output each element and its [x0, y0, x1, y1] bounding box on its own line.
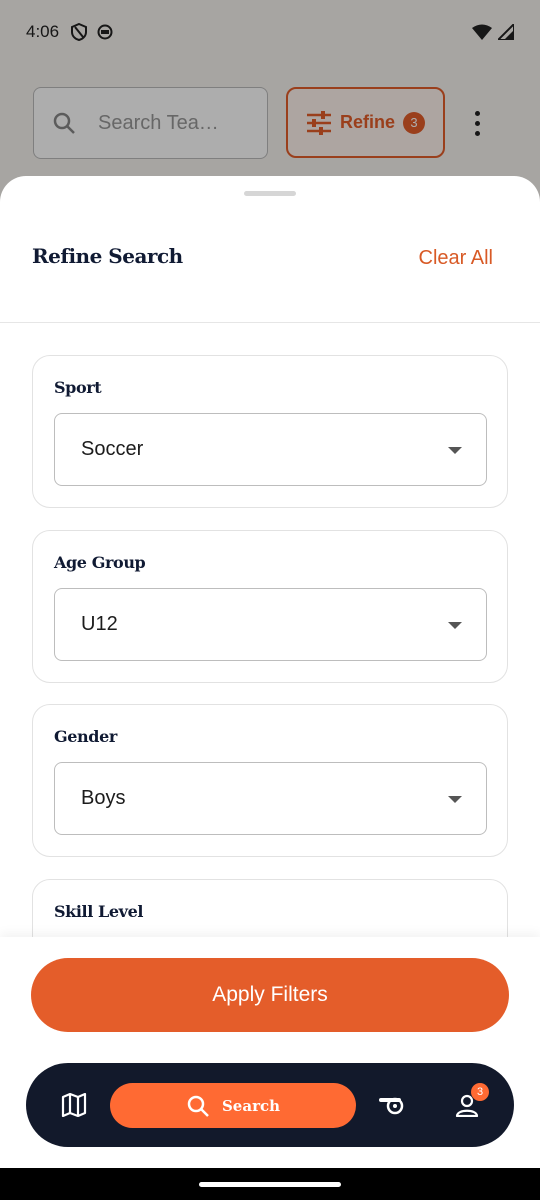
whistle-icon: [379, 1097, 404, 1115]
select-value: Boys: [81, 787, 126, 809]
sport-select[interactable]: Soccer: [54, 413, 487, 486]
dropdown-arrow-icon: [448, 622, 462, 629]
filter-label: Age Group: [54, 553, 146, 572]
divider: [0, 322, 540, 323]
map-icon: [61, 1093, 87, 1117]
profile-notification-badge: 3: [471, 1083, 489, 1101]
clear-all-button[interactable]: Clear All: [419, 247, 493, 270]
age-group-select[interactable]: U12: [54, 588, 487, 661]
apply-filters-button[interactable]: Apply Filters: [31, 958, 509, 1032]
home-indicator[interactable]: [199, 1182, 341, 1187]
bottom-nav: Search 3: [26, 1063, 514, 1147]
sheet-title: Refine Search: [32, 244, 183, 268]
nav-map[interactable]: [60, 1091, 88, 1119]
nav-whistle[interactable]: [379, 1091, 407, 1119]
filter-label: Sport: [54, 378, 102, 397]
nav-search-label: Search: [221, 1096, 281, 1115]
drag-handle[interactable]: [244, 191, 296, 196]
search-icon: [187, 1095, 209, 1117]
nav-search[interactable]: Search: [110, 1083, 356, 1128]
gender-select[interactable]: Boys: [54, 762, 487, 835]
system-navigation-bar: [0, 1168, 540, 1200]
dropdown-arrow-icon: [448, 447, 462, 454]
filter-card-age-group: Age Group U12: [32, 530, 508, 683]
filter-label: Gender: [54, 727, 117, 746]
select-value: Soccer: [81, 438, 144, 460]
nav-profile[interactable]: 3: [453, 1083, 489, 1119]
select-value: U12: [81, 613, 118, 635]
dropdown-arrow-icon: [448, 796, 462, 803]
filter-label: Skill Level: [54, 902, 144, 921]
apply-footer: Apply Filters Search 3: [0, 937, 540, 1168]
filter-card-gender: Gender Boys: [32, 704, 508, 857]
filter-card-sport: Sport Soccer: [32, 355, 508, 508]
